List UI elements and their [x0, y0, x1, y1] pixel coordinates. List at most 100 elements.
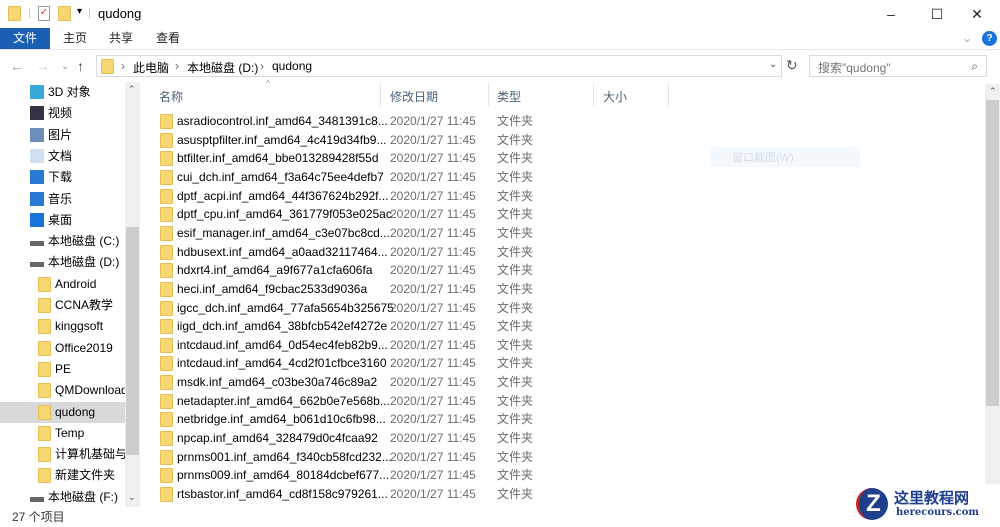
- close-button[interactable]: ✕: [954, 0, 1000, 28]
- folder-icon: [160, 225, 173, 241]
- file-row[interactable]: hdxrt4.inf_amd64_a9f677a1cfa606fa 2020/1/…: [150, 261, 980, 279]
- sidebar-item[interactable]: 文档: [0, 146, 125, 167]
- watermark-title: 这里教程网: [894, 489, 970, 507]
- file-row[interactable]: intcdaud.inf_amd64_0d54ec4feb82b9... 2020…: [150, 336, 980, 354]
- file-row[interactable]: intcdaud.inf_amd64_4cd2f01cfbce3160 2020/…: [150, 354, 980, 372]
- video-icon: [30, 106, 44, 121]
- sidebar-item[interactable]: 本地磁盘 (C:): [0, 231, 125, 252]
- sidebar-item[interactable]: kinggsoft: [0, 316, 125, 337]
- file-row[interactable]: dptf_cpu.inf_amd64_361779f053e025ac 2020/…: [150, 205, 980, 223]
- folder-icon: [38, 425, 51, 441]
- sidebar-item[interactable]: Android: [0, 274, 125, 295]
- 3d-objects-icon: [30, 85, 44, 99]
- folder-icon: [160, 468, 173, 484]
- sidebar-item[interactable]: CCNA教学: [0, 295, 125, 316]
- quick-access-dropdown-icon[interactable]: ▾: [77, 6, 82, 17]
- folder-icon: [38, 383, 51, 399]
- refresh-icon[interactable]: ↻: [786, 57, 798, 74]
- file-row[interactable]: asusptpfilter.inf_amd64_4c419d34fb9... 20…: [150, 131, 980, 149]
- address-dropdown-icon[interactable]: ⌄: [769, 59, 777, 70]
- forward-button[interactable]: →: [36, 58, 50, 74]
- folder-icon: [160, 114, 173, 129]
- file-type: 文件夹: [497, 449, 534, 464]
- tab-view[interactable]: 查看: [143, 28, 193, 49]
- separator: |: [88, 5, 92, 19]
- breadcrumb-this-pc[interactable]: 此电脑: [133, 59, 169, 76]
- file-name: hdbusext.inf_amd64_a0aad32117464...: [177, 244, 388, 259]
- sidebar-item[interactable]: 新建文件夹: [0, 465, 125, 486]
- content-scrollbar[interactable]: ⌃: [985, 84, 1000, 508]
- desktop-icon: [30, 212, 44, 227]
- folder-icon: [38, 319, 51, 335]
- file-row[interactable]: npcap.inf_amd64_328479d0c4fcaa92 2020/1/2…: [150, 429, 980, 447]
- drive-icon: [30, 262, 44, 268]
- sidebar-item[interactable]: 音乐: [0, 189, 125, 210]
- sidebar-item[interactable]: Office2019: [0, 338, 125, 359]
- file-name: btfilter.inf_amd64_bbe013289428f55d: [177, 151, 379, 166]
- documents-icon: [30, 148, 44, 163]
- file-row[interactable]: heci.inf_amd64_f9cbac2533d9036a 2020/1/27…: [150, 280, 980, 298]
- sidebar-item[interactable]: Temp: [0, 423, 125, 444]
- properties-icon[interactable]: ✓: [38, 6, 50, 21]
- content-scroll-thumb[interactable]: [986, 100, 999, 406]
- breadcrumb-drive-d[interactable]: 本地磁盘 (D:): [187, 59, 258, 76]
- sidebar-item[interactable]: 桌面: [0, 210, 125, 231]
- expand-ribbon-icon[interactable]: ⌄: [962, 31, 972, 45]
- file-row[interactable]: cui_dch.inf_amd64_f3a64c75ee4defb7 2020/1…: [150, 168, 980, 186]
- folder-icon: [160, 431, 173, 447]
- file-row[interactable]: prnms001.inf_amd64_f340cb58fcd232... 2020…: [150, 448, 980, 466]
- column-header-size[interactable]: 大小: [603, 88, 627, 105]
- address-bar[interactable]: › 此电脑 › 本地磁盘 (D:) › qudong ⌄: [96, 55, 782, 77]
- folder-icon: [160, 281, 173, 297]
- sidebar-item[interactable]: 视频: [0, 103, 125, 124]
- file-name: asusptpfilter.inf_amd64_4c419d34fb9...: [177, 132, 387, 147]
- sidebar-item[interactable]: 下载: [0, 167, 125, 188]
- folder-icon: [160, 263, 173, 279]
- file-row[interactable]: esif_manager.inf_amd64_c3e07bc8cd... 2020…: [150, 224, 980, 242]
- file-row[interactable]: netadapter.inf_amd64_662b0e7e568b... 2020…: [150, 392, 980, 410]
- file-type: 文件夹: [497, 487, 534, 501]
- file-row[interactable]: prnms009.inf_amd64_80184dcbef677... 2020/…: [150, 466, 980, 484]
- file-row[interactable]: igcc_dch.inf_amd64_77afa5654b325675 2020/…: [150, 299, 980, 317]
- sidebar-scrollbar[interactable]: ⌃ ⌄: [125, 82, 140, 507]
- sidebar-item[interactable]: PE: [0, 359, 125, 380]
- up-button[interactable]: ↑: [77, 58, 84, 74]
- sidebar-item-label: 本地磁盘 (F:): [48, 489, 118, 504]
- folder-icon: [8, 6, 21, 21]
- tab-file[interactable]: 文件: [0, 28, 50, 49]
- sidebar-scroll-thumb[interactable]: [126, 227, 139, 455]
- watermark-url: herecours.com: [896, 507, 980, 518]
- column-header-name[interactable]: 名称: [159, 88, 183, 105]
- help-icon[interactable]: ?: [982, 31, 997, 46]
- recent-dropdown-icon[interactable]: ⌄: [61, 61, 69, 72]
- minimize-button[interactable]: –: [868, 0, 914, 28]
- file-row[interactable]: hdbusext.inf_amd64_a0aad32117464... 2020/…: [150, 243, 980, 261]
- tab-home[interactable]: 主页: [50, 28, 100, 49]
- back-button[interactable]: ←: [10, 58, 24, 74]
- sidebar-item[interactable]: 3D 对象: [0, 82, 125, 103]
- file-row[interactable]: iigd_dch.inf_amd64_38bfcb542ef4272e 2020/…: [150, 317, 980, 335]
- file-type: 文件夹: [497, 393, 534, 408]
- column-header-type[interactable]: 类型: [497, 88, 521, 105]
- breadcrumb-qudong[interactable]: qudong: [272, 59, 312, 73]
- search-input[interactable]: 搜索"qudong" ⌕: [809, 55, 987, 77]
- window-title: qudong: [98, 6, 142, 21]
- file-row[interactable]: msdk.inf_amd64_c03be30a746c89a2 2020/1/27…: [150, 373, 980, 391]
- column-header-date[interactable]: 修改日期: [390, 88, 438, 105]
- folder-icon: [38, 340, 51, 356]
- sort-ascending-icon: ^: [266, 78, 271, 88]
- file-name: npcap.inf_amd64_328479d0c4fcaa92: [177, 431, 378, 446]
- file-row[interactable]: netbridge.inf_amd64_b061d10c6fb98... 2020…: [150, 410, 980, 428]
- sidebar-item-label: PE: [55, 361, 72, 376]
- sidebar-item-label: 本地磁盘 (D:): [48, 255, 120, 270]
- sidebar-item[interactable]: 本地磁盘 (F:): [0, 487, 125, 508]
- tab-share[interactable]: 共享: [96, 28, 146, 49]
- file-row[interactable]: asradiocontrol.inf_amd64_3481391c8... 202…: [150, 112, 980, 130]
- new-folder-icon[interactable]: [58, 6, 71, 21]
- sidebar-item[interactable]: 图片: [0, 125, 125, 146]
- sidebar-item[interactable]: 计算机基础与应: [0, 444, 125, 465]
- file-row[interactable]: dptf_acpi.inf_amd64_44f367624b292f... 202…: [150, 187, 980, 205]
- sidebar-item[interactable]: qudong: [0, 401, 125, 423]
- sidebar-item[interactable]: QMDownload: [0, 380, 125, 401]
- sidebar-item[interactable]: 本地磁盘 (D:): [0, 252, 125, 273]
